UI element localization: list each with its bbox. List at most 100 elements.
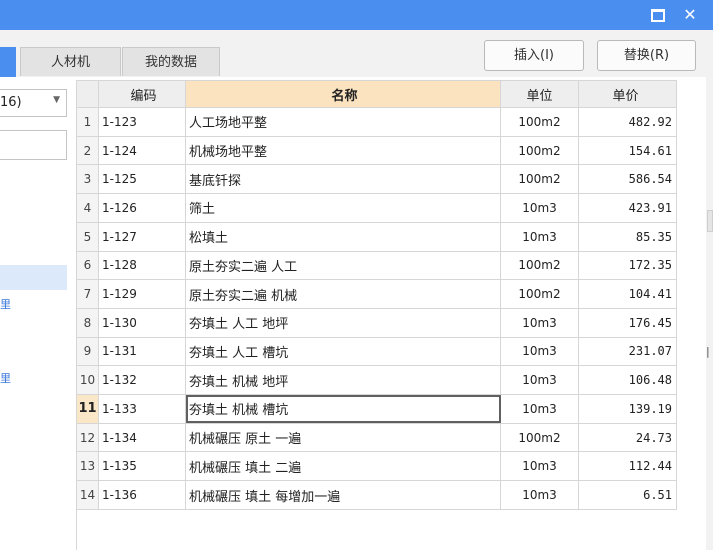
cell-code[interactable]: 1-131 bbox=[98, 336, 186, 367]
cell-unit[interactable]: 100m2 bbox=[500, 107, 579, 137]
cell-name[interactable]: 机械碾压 原土 一遍 bbox=[185, 422, 501, 453]
cell-unit[interactable]: 10m3 bbox=[500, 193, 579, 223]
cell-price[interactable]: 586.54 bbox=[578, 164, 677, 195]
cell-price[interactable]: 139.19 bbox=[578, 394, 677, 424]
table-row[interactable]: 12 1-134 机械碾压 原土 一遍 100m2 24.73 bbox=[76, 422, 677, 453]
row-number[interactable]: 9 bbox=[76, 336, 99, 367]
cell-name[interactable]: 夯填土 机械 地坪 bbox=[185, 365, 501, 396]
cell-name[interactable]: 原土夯实二遍 人工 bbox=[185, 250, 501, 281]
table-row[interactable]: 10 1-132 夯填土 机械 地坪 10m3 106.48 bbox=[76, 365, 677, 396]
table-row[interactable]: 2 1-124 机械场地平整 100m2 154.61 bbox=[76, 135, 677, 166]
cell-code[interactable]: 1-127 bbox=[98, 221, 186, 252]
tree-item-selected[interactable] bbox=[0, 265, 67, 290]
row-number[interactable]: 7 bbox=[76, 279, 99, 309]
cell-price[interactable]: 482.92 bbox=[578, 107, 677, 137]
table-row[interactable]: 14 1-136 机械碾压 填土 每增加一遍 10m3 6.51 bbox=[76, 480, 677, 510]
row-number[interactable]: 2 bbox=[76, 135, 99, 166]
cell-unit[interactable]: 10m3 bbox=[500, 480, 579, 510]
cell-name[interactable]: 基底钎探 bbox=[185, 164, 501, 195]
table-row[interactable]: 6 1-128 原土夯实二遍 人工 100m2 172.35 bbox=[76, 250, 677, 281]
cell-unit[interactable]: 100m2 bbox=[500, 250, 579, 281]
table-row[interactable]: 3 1-125 基底钎探 100m2 586.54 bbox=[76, 164, 677, 195]
cell-price[interactable]: 154.61 bbox=[578, 135, 677, 166]
header-code[interactable]: 编码 bbox=[98, 80, 186, 108]
cell-price[interactable]: 231.07 bbox=[578, 336, 677, 367]
cell-name[interactable]: 人工场地平整 bbox=[185, 107, 501, 137]
cell-price[interactable]: 112.44 bbox=[578, 451, 677, 482]
cell-price[interactable]: 176.45 bbox=[578, 307, 677, 338]
active-tab-stub[interactable] bbox=[0, 47, 16, 77]
header-unit[interactable]: 单位 bbox=[500, 80, 579, 108]
header-name[interactable]: 名称 bbox=[185, 80, 501, 108]
cell-price[interactable]: 106.48 bbox=[578, 365, 677, 396]
cell-price[interactable]: 423.91 bbox=[578, 193, 677, 223]
row-number[interactable]: 11 bbox=[76, 394, 99, 424]
cell-unit[interactable]: 100m2 bbox=[500, 164, 579, 195]
maximize-icon[interactable] bbox=[646, 0, 670, 30]
row-number[interactable]: 8 bbox=[76, 307, 99, 338]
cell-name[interactable]: 夯填土 人工 地坪 bbox=[185, 307, 501, 338]
cell-name[interactable]: 机械碾压 填土 每增加一遍 bbox=[185, 480, 501, 510]
cell-name[interactable]: 筛土 bbox=[185, 193, 501, 223]
cell-code[interactable]: 1-134 bbox=[98, 422, 186, 453]
header-price[interactable]: 单价 bbox=[578, 80, 677, 108]
cell-name[interactable]: 夯填土 人工 槽坑 bbox=[185, 336, 501, 367]
insert-button[interactable]: 插入(I) bbox=[484, 40, 584, 71]
close-icon[interactable]: ✕ bbox=[678, 0, 702, 30]
table-row[interactable]: 4 1-126 筛土 10m3 423.91 bbox=[76, 193, 677, 223]
row-number[interactable]: 4 bbox=[76, 193, 99, 223]
scrollbar-stub[interactable] bbox=[707, 210, 713, 232]
cell-price[interactable]: 104.41 bbox=[578, 279, 677, 309]
cell-code[interactable]: 1-132 bbox=[98, 365, 186, 396]
replace-button[interactable]: 替换(R) bbox=[597, 40, 696, 71]
row-number[interactable]: 1 bbox=[76, 107, 99, 137]
cell-unit[interactable]: 10m3 bbox=[500, 336, 579, 367]
cell-unit[interactable]: 100m2 bbox=[500, 422, 579, 453]
cell-code[interactable]: 1-133 bbox=[98, 394, 186, 424]
library-dropdown[interactable]: 16) ▼ bbox=[0, 89, 67, 117]
table-row[interactable]: 1 1-123 人工场地平整 100m2 482.92 bbox=[76, 107, 677, 137]
cell-unit[interactable]: 10m3 bbox=[500, 451, 579, 482]
cell-code[interactable]: 1-124 bbox=[98, 135, 186, 166]
row-number[interactable]: 10 bbox=[76, 365, 99, 396]
cell-unit[interactable]: 100m2 bbox=[500, 279, 579, 309]
tab-my-data[interactable]: 我的数据 bbox=[122, 47, 220, 76]
cell-price[interactable]: 24.73 bbox=[578, 422, 677, 453]
row-number[interactable]: 6 bbox=[76, 250, 99, 281]
splitter-grip-icon[interactable]: | bbox=[706, 345, 710, 358]
tree-item-label[interactable]: 里 bbox=[0, 296, 11, 312]
cell-unit[interactable]: 100m2 bbox=[500, 135, 579, 166]
table-row[interactable]: 9 1-131 夯填土 人工 槽坑 10m3 231.07 bbox=[76, 336, 677, 367]
cell-code[interactable]: 1-130 bbox=[98, 307, 186, 338]
cell-code[interactable]: 1-136 bbox=[98, 480, 186, 510]
cell-unit[interactable]: 10m3 bbox=[500, 394, 579, 424]
cell-unit[interactable]: 10m3 bbox=[500, 365, 579, 396]
table-row[interactable]: 13 1-135 机械碾压 填土 二遍 10m3 112.44 bbox=[76, 451, 677, 482]
cell-name[interactable]: 原土夯实二遍 机械 bbox=[185, 279, 501, 309]
cell-code[interactable]: 1-123 bbox=[98, 107, 186, 137]
cell-unit[interactable]: 10m3 bbox=[500, 307, 579, 338]
row-number[interactable]: 14 bbox=[76, 480, 99, 510]
tab-rencaiji[interactable]: 人材机 bbox=[20, 47, 121, 76]
cell-price[interactable]: 172.35 bbox=[578, 250, 677, 281]
cell-name[interactable]: 松填土 bbox=[185, 221, 501, 252]
row-number[interactable]: 13 bbox=[76, 451, 99, 482]
tree-item-label[interactable]: 里 bbox=[0, 370, 11, 386]
chevron-down-icon[interactable]: ▼ bbox=[53, 95, 60, 105]
cell-code[interactable]: 1-129 bbox=[98, 279, 186, 309]
cell-code[interactable]: 1-128 bbox=[98, 250, 186, 281]
cell-code[interactable]: 1-126 bbox=[98, 193, 186, 223]
cell-code[interactable]: 1-125 bbox=[98, 164, 186, 195]
row-number[interactable]: 3 bbox=[76, 164, 99, 195]
search-input[interactable] bbox=[0, 130, 67, 160]
table-row[interactable]: 7 1-129 原土夯实二遍 机械 100m2 104.41 bbox=[76, 279, 677, 309]
table-row[interactable]: 5 1-127 松填土 10m3 85.35 bbox=[76, 221, 677, 252]
cell-code[interactable]: 1-135 bbox=[98, 451, 186, 482]
row-number[interactable]: 5 bbox=[76, 221, 99, 252]
cell-name[interactable]: 机械场地平整 bbox=[185, 135, 501, 166]
cell-price[interactable]: 85.35 bbox=[578, 221, 677, 252]
cell-unit[interactable]: 10m3 bbox=[500, 221, 579, 252]
table-row[interactable]: 8 1-130 夯填土 人工 地坪 10m3 176.45 bbox=[76, 307, 677, 338]
cell-price[interactable]: 6.51 bbox=[578, 480, 677, 510]
row-number[interactable]: 12 bbox=[76, 422, 99, 453]
